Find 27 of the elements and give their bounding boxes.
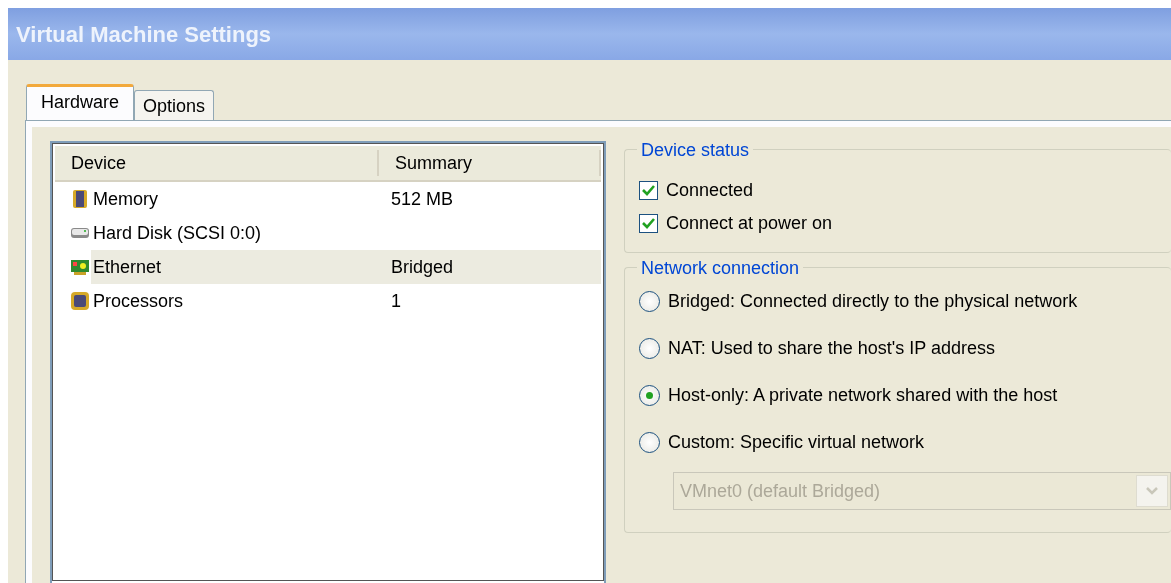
checkbox[interactable] — [639, 214, 658, 233]
table-cell[interactable]: Ethernet — [91, 250, 383, 284]
table-cell-text: 1 — [390, 290, 402, 313]
column-header[interactable]: Summary — [379, 150, 601, 176]
checkbox-label[interactable]: Connected — [666, 177, 754, 204]
table-cell[interactable]: Memory — [91, 182, 383, 216]
radio-button[interactable] — [639, 291, 660, 312]
tab[interactable]: Options — [134, 90, 215, 120]
radio-button[interactable] — [639, 432, 660, 453]
window-title: Virtual Machine Settings — [16, 20, 272, 49]
table-cell[interactable]: Processors — [91, 284, 383, 318]
dropdown-value: VMnet0 (default Bridged) — [680, 479, 881, 503]
table-cell-text: 512 MB — [390, 188, 455, 211]
table-cell[interactable]: Hard Disk (SCSI 0:0) — [91, 216, 383, 250]
radio-button[interactable] — [639, 338, 660, 359]
radio-label[interactable]: Bridged: Connected directly to the physical network — [668, 288, 1078, 315]
tab[interactable]: Hardware — [26, 84, 135, 120]
radio-label[interactable]: NAT: Used to share the host's IP address — [668, 335, 995, 362]
network-card-icon — [69, 257, 91, 277]
table-cell: Bridged — [383, 250, 601, 284]
radio-button[interactable] — [639, 385, 660, 406]
radio-label[interactable]: Host-only: A private network shared with the host — [668, 382, 1058, 409]
checkbox-label[interactable]: Connect at power on — [666, 210, 833, 237]
column-header[interactable]: Device — [55, 150, 379, 176]
chip-icon — [69, 291, 91, 311]
checkbox[interactable] — [639, 181, 658, 200]
radio-label[interactable]: Custom: Specific virtual network — [668, 429, 925, 456]
